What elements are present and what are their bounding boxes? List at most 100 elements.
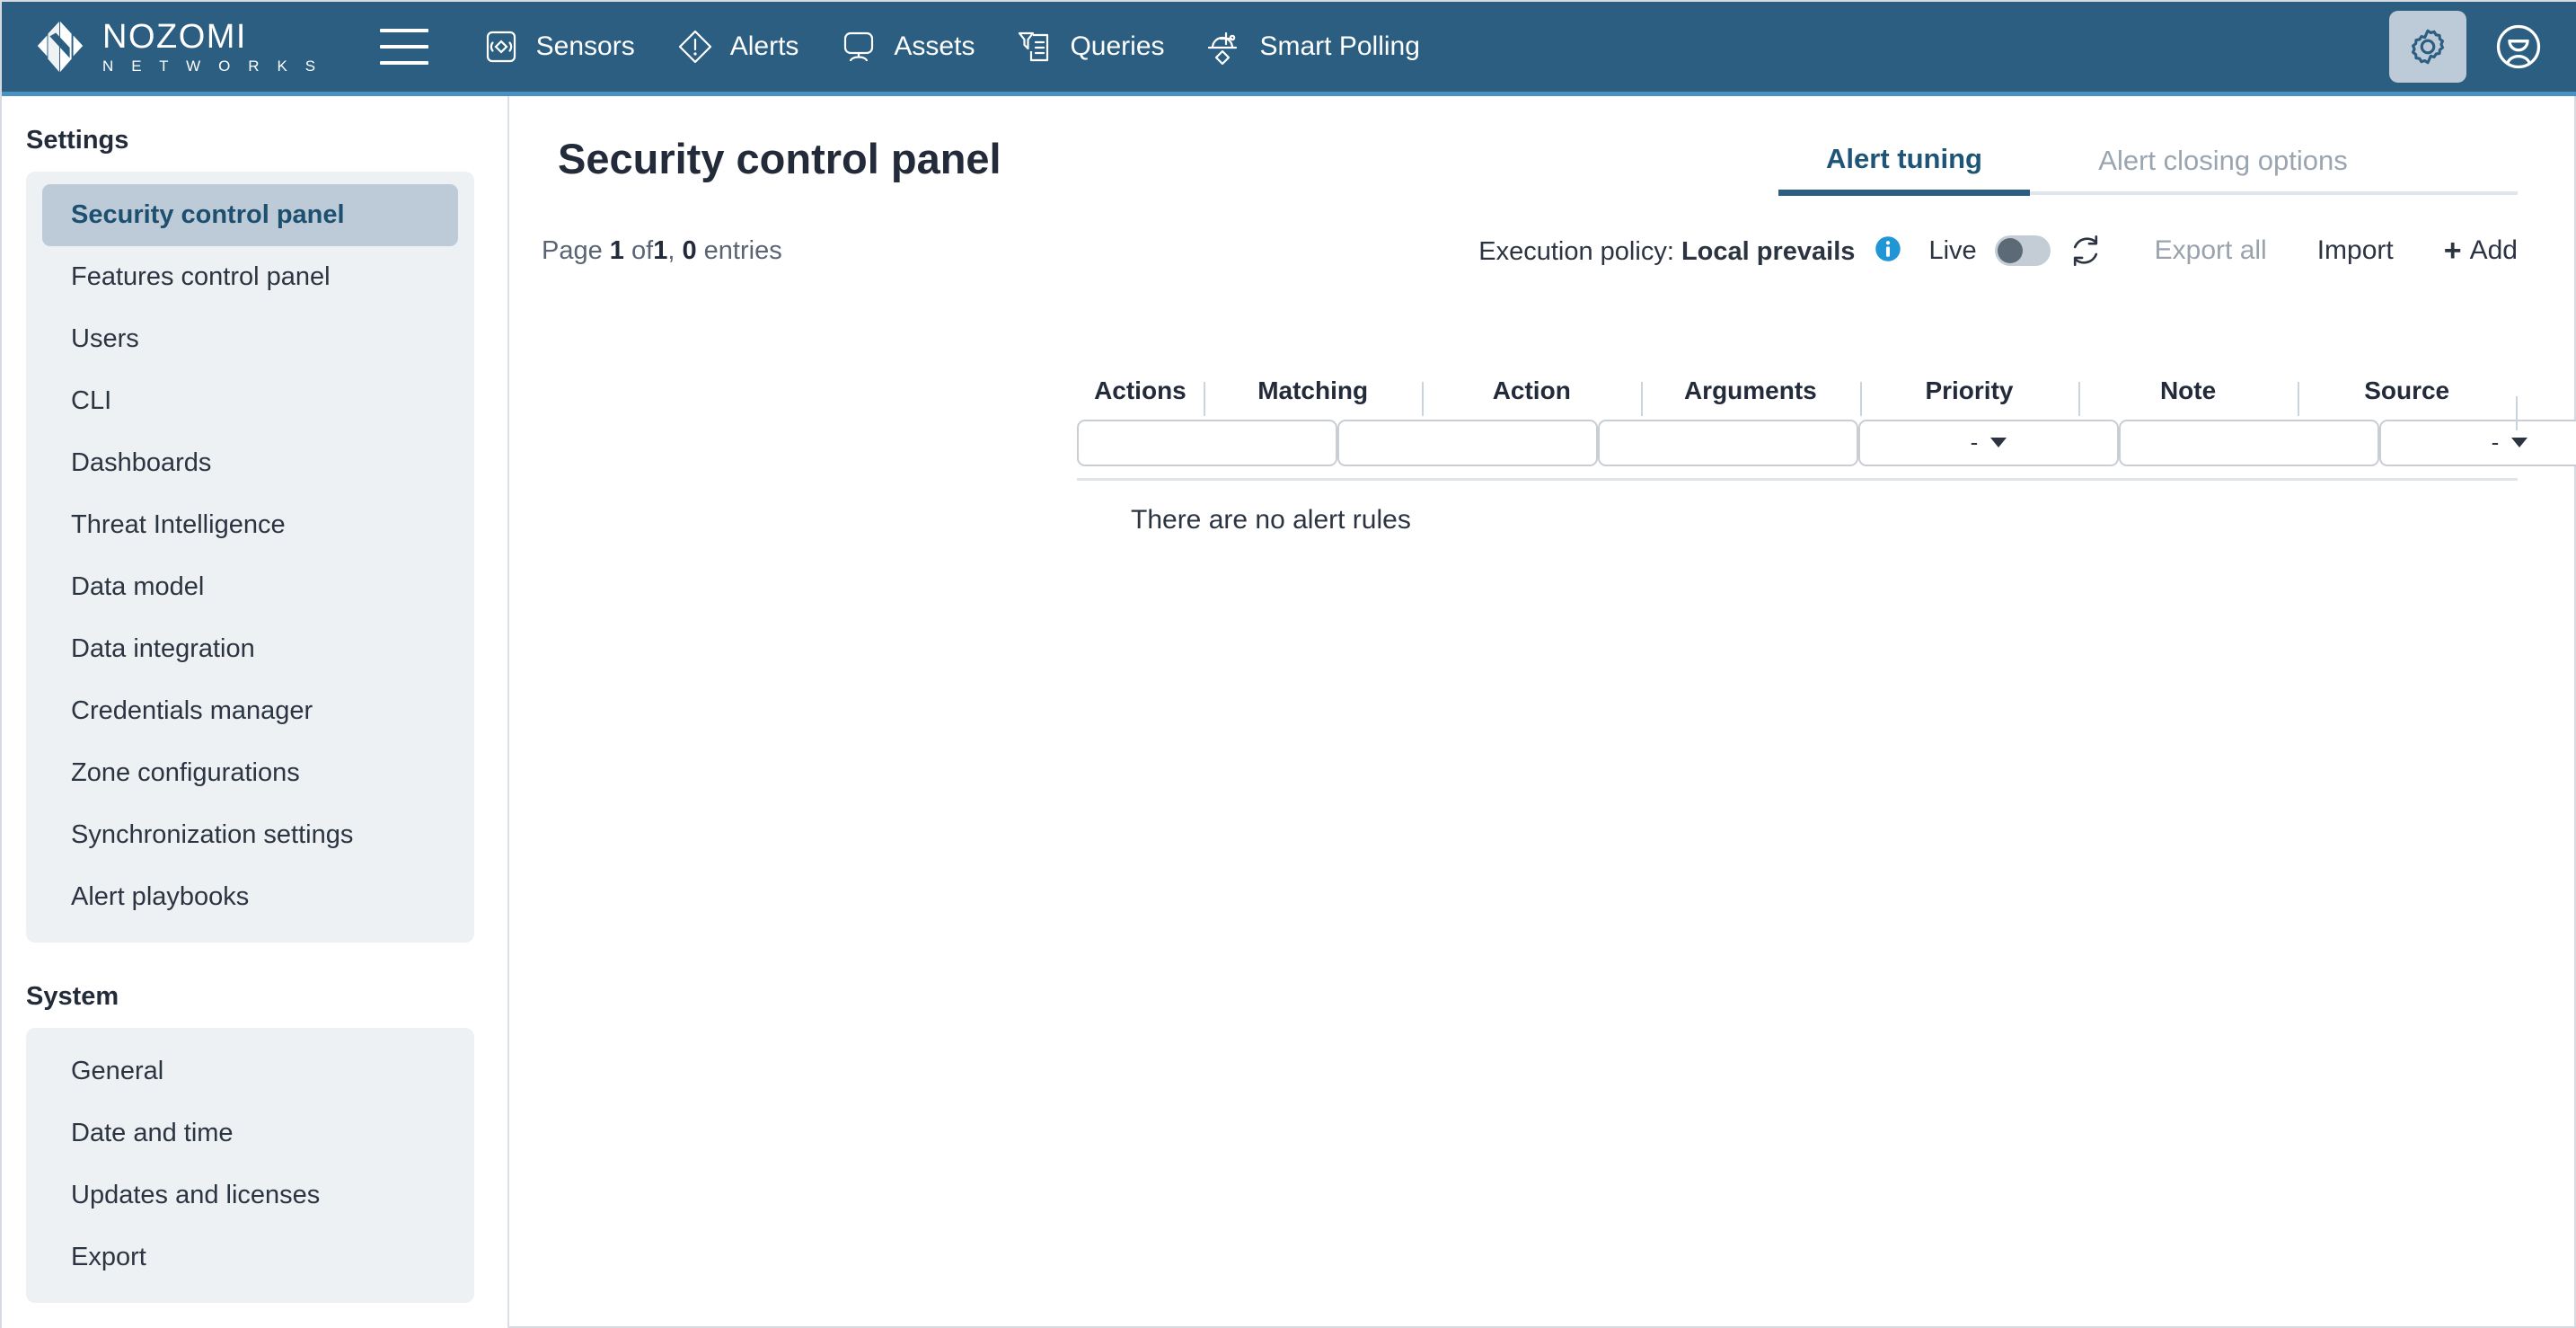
chevron-down-icon [2511,438,2528,447]
live-label: Live [1928,235,1977,265]
nav-item-queries[interactable]: Queries [994,17,1184,76]
column-header-actions[interactable]: Actions [1077,376,1204,405]
add-button-label: Add [2469,235,2518,265]
sidebar-item-credentials-manager[interactable]: Credentials manager [42,680,458,742]
pagination-current-page: 1 [609,235,624,265]
gear-icon [2411,29,2445,65]
nav-label-queries: Queries [1070,31,1165,61]
export-all-button[interactable]: Export all [2155,235,2267,266]
execution-policy-value: Local prevails [1681,236,1856,266]
nav-label-assets: Assets [894,31,975,61]
nav-label-alerts: Alerts [729,31,799,61]
alert-diamond-icon [675,26,716,67]
nav-label-sensors: Sensors [535,31,635,61]
sidebar-item-data-integration[interactable]: Data integration [42,618,458,680]
empty-state-message: There are no alert rules [1131,505,1411,535]
main-content: Security control panel Alert tuning Aler… [511,96,2576,1326]
filter-cell-priority: - [1858,419,2119,466]
hamburger-bar [379,45,428,49]
filter-cell-matching [1077,419,1337,466]
nav-item-assets[interactable]: Assets [818,17,994,76]
filter-input-action[interactable] [1337,419,1598,466]
sidebar-item-date-and-time[interactable]: Date and time [42,1102,458,1164]
pagination-entries-count: 0 [682,235,697,265]
filter-select-source-value: - [2491,429,2500,456]
sidebar-item-features-control-panel[interactable]: Features control panel [42,246,458,308]
filter-cell-note [2119,419,2379,466]
sidebar-item-security-control-panel[interactable]: Security control panel [42,184,458,246]
smart-polling-icon [1204,26,1246,67]
sidebar-item-users[interactable]: Users [42,308,458,370]
filter-select-priority-value: - [1970,429,1979,456]
add-button[interactable]: + Add [2444,234,2518,269]
sidebar-item-general[interactable]: General [42,1040,458,1102]
live-toggle[interactable] [1994,235,2051,266]
top-navigation-bar: NOZOMI N E T W O R K S Sensors Alerts As… [2,2,2576,96]
brand-name: NOZOMI N E T W O R K S [102,20,322,74]
filter-list-icon [1014,26,1055,67]
sidebar-item-data-model[interactable]: Data model [42,556,458,618]
sidebar-item-updates-and-licenses[interactable]: Updates and licenses [42,1164,458,1226]
nozomi-diamond-logo-icon [37,21,84,73]
sidebar-item-dashboards[interactable]: Dashboards [42,432,458,494]
sidebar-item-cli[interactable]: CLI [42,370,458,432]
hamburger-bar [379,61,428,65]
tab-alert-closing-options[interactable]: Alert closing options [2030,145,2416,191]
toolbar-right-group: Execution policy: Local prevails Live Ex… [1478,232,2518,270]
filter-select-source[interactable]: - [2379,419,2576,466]
nav-item-sensors[interactable]: Sensors [461,17,655,76]
filter-input-matching[interactable] [1077,419,1337,466]
column-header-arguments[interactable]: Arguments [1641,376,1860,416]
sidebar-item-export[interactable]: Export [42,1226,458,1288]
brand-name-line2: N E T W O R K S [102,58,322,75]
filter-input-arguments[interactable] [1598,419,1858,466]
table-filter-row: - - [1077,416,2576,481]
pagination-page-label: Page [542,235,603,265]
settings-sidebar: Settings Security control panel Features… [2,96,509,1328]
refresh-button[interactable] [2067,232,2104,270]
sidebar-item-alert-playbooks[interactable]: Alert playbooks [42,866,458,928]
user-avatar-icon [2496,24,2541,69]
sidebar-heading-system: System [26,982,119,1011]
monitor-icon [838,26,879,67]
filter-cell-arguments [1598,419,1858,466]
column-header-priority[interactable]: Priority [1859,376,2079,416]
sidebar-item-zone-configurations[interactable]: Zone configurations [42,742,458,804]
execution-policy: Execution policy: Local prevails [1478,235,1901,267]
column-header-note[interactable]: Note [2078,376,2298,416]
tab-bar: Alert tuning Alert closing options [1778,143,2518,196]
column-header-action[interactable]: Action [1422,376,1641,416]
column-header-matching[interactable]: Matching [1203,376,1423,416]
nav-item-smart-polling[interactable]: Smart Polling [1185,17,1440,76]
settings-button[interactable] [2389,11,2466,83]
brand-logo[interactable]: NOZOMI N E T W O R K S [32,19,322,75]
tab-alert-tuning[interactable]: Alert tuning [1778,143,2030,196]
plus-icon: + [2443,233,2462,268]
alert-rules-table: Actions Matching Action Arguments Priori… [1077,366,2576,481]
pagination-total-pages: 1 [653,235,668,265]
nav-item-alerts[interactable]: Alerts [655,17,819,76]
sidebar-item-threat-intelligence[interactable]: Threat Intelligence [42,494,458,556]
pagination-entries-label: entries [703,235,782,265]
table-toolbar: Page 1 of1, 0 entries Execution policy: … [542,218,2518,283]
sidebar-item-synchronization-settings[interactable]: Synchronization settings [42,804,458,866]
sensor-icon [481,26,522,67]
account-button[interactable] [2486,14,2551,79]
brand-name-line1: NOZOMI [102,18,247,56]
hamburger-menu-icon[interactable] [379,29,428,65]
info-circle-icon[interactable] [1875,235,1901,262]
filter-input-note[interactable] [2119,419,2379,466]
hamburger-bar [379,29,428,32]
column-header-source[interactable]: Source [2297,376,2517,416]
live-toggle-knob [1997,238,2023,263]
top-nav-right-actions [2389,2,2551,92]
sidebar-heading-settings: Settings [26,126,129,155]
filter-cell-source: - [2379,419,2576,466]
app-window: NOZOMI N E T W O R K S Sensors Alerts As… [0,0,2576,1328]
filter-cell-action [1337,419,1598,466]
filter-select-priority[interactable]: - [1858,419,2119,466]
execution-policy-label: Execution policy: [1478,236,1674,266]
import-button[interactable]: Import [2317,235,2394,266]
top-nav-items: Sensors Alerts Assets Queries Smart Poll… [461,17,1440,76]
sidebar-group-system: General Date and time Updates and licens… [26,1028,474,1303]
